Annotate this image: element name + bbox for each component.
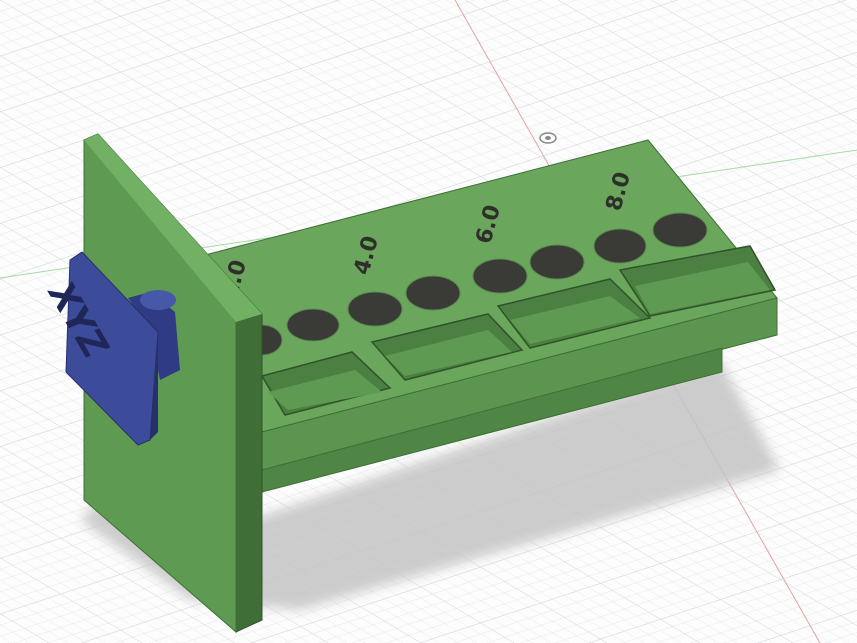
hole — [652, 212, 708, 248]
hole — [286, 308, 340, 342]
hole — [529, 244, 585, 280]
hole — [593, 228, 647, 264]
scene-canvas[interactable]: 2.0 4.0 6.0 8.0 XYZ — [0, 0, 857, 643]
badge-peg-cap — [140, 290, 176, 310]
origin-marker-icon[interactable] — [539, 132, 557, 144]
hole — [472, 258, 528, 294]
3d-viewport[interactable]: 2.0 4.0 6.0 8.0 XYZ — [0, 0, 857, 643]
back-plate-edge — [235, 313, 263, 633]
hole — [347, 291, 403, 327]
hole — [405, 275, 461, 311]
